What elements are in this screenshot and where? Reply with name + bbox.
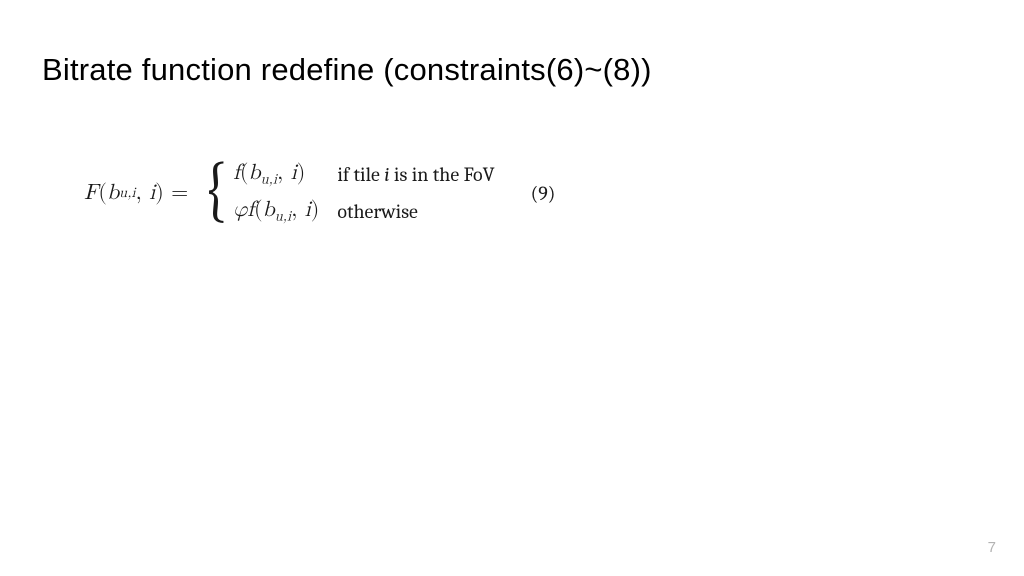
case-2-cond: otherwise [337,200,494,223]
equation-lhs: F(bu,i, i) = [84,180,196,206]
case1-b: b [248,162,260,184]
arg-i: i [149,180,155,206]
case-1-expr: f(bu,i, i) [233,160,319,189]
func-f-2: f [247,199,254,221]
page-number: 7 [988,539,996,556]
equation-cases: f(bu,i, i) if tile i is in the FoV φf(bu… [233,160,494,225]
case2-sub: u,i [275,209,292,224]
func-f-1: f [233,162,240,184]
cond1-post: is in the FoV [390,163,495,186]
slide: Bitrate function redefine (constraints(6… [0,0,1024,576]
case2-i: i [305,199,311,221]
case1-i: i [291,162,297,184]
equation-number: (9) [531,182,556,205]
arg-b: b [107,180,119,206]
arg-sub: u,i [119,184,136,202]
case1-sub: u,i [261,172,278,187]
cond1-pre: if tile [337,163,384,186]
left-brace-icon: { [207,160,225,226]
equation-9: F(bu,i, i) = { f(bu,i, i) if tile i is i… [84,160,555,226]
case2-b: b [263,199,275,221]
phi-symbol: φ [233,199,247,221]
case-1-cond: if tile i is in the FoV [337,163,494,186]
case-2-expr: φf(bu,i, i) [233,197,319,226]
slide-title: Bitrate function redefine (constraints(6… [42,52,652,88]
func-F: F [84,180,98,206]
